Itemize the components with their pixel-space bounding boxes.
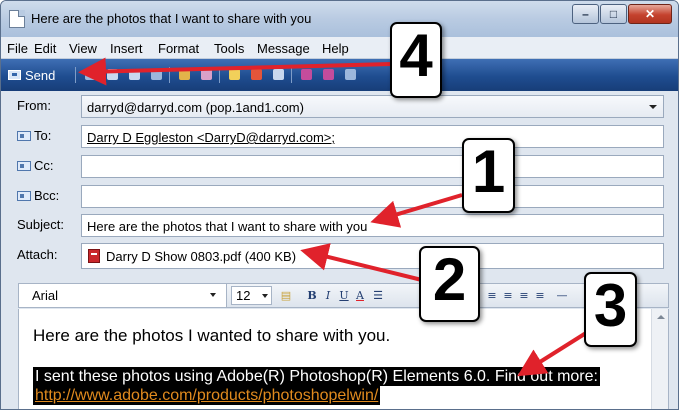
vertical-scrollbar[interactable] — [651, 309, 668, 409]
menu-message[interactable]: Message — [257, 41, 310, 56]
style-icon[interactable]: ▤ — [279, 288, 293, 303]
from-label: From: — [17, 98, 51, 113]
subject-label: Subject: — [17, 217, 64, 232]
offline-icon[interactable] — [323, 69, 334, 80]
send-envelope-icon — [8, 70, 21, 80]
bold-button[interactable]: B — [305, 288, 319, 303]
menu-view[interactable]: View — [69, 41, 97, 56]
scroll-up-arrow-icon[interactable] — [657, 315, 665, 319]
attach-label: Attach: — [17, 247, 58, 262]
menu-tools[interactable]: Tools — [214, 41, 244, 56]
cc-button[interactable]: Cc: — [17, 158, 54, 173]
message-headers: From: darryd@darryd.com (pop.1and1.com) … — [11, 92, 670, 274]
to-button[interactable]: To: — [17, 128, 51, 143]
encrypt-icon[interactable] — [301, 69, 312, 80]
menu-edit[interactable]: Edit — [34, 41, 56, 56]
formatting-toolbar: Arial 12 ▤ B I U A ☰ ≡ ≡ ≡ ≡ — — [18, 283, 669, 308]
check-names-icon[interactable] — [179, 69, 190, 80]
font-select[interactable]: Arial — [19, 284, 227, 307]
align-left-icon[interactable]: ≡ — [485, 288, 499, 303]
maximize-button[interactable]: □ — [600, 4, 627, 24]
menu-bar: File Edit View Insert Format Tools Messa… — [1, 37, 678, 59]
attachment-field[interactable]: Darry D Show 0803.pdf (400 KB) — [81, 243, 664, 269]
highlighted-paragraph: I sent these photos using Adobe(R) Photo… — [33, 367, 600, 405]
chevron-down-icon — [210, 293, 216, 297]
minimize-button[interactable]: – — [572, 4, 599, 24]
attach-icon[interactable] — [229, 69, 240, 80]
align-center-icon[interactable]: ≡ — [501, 288, 515, 303]
horizontal-line-icon[interactable]: — — [555, 288, 569, 303]
body-text-line: Here are the photos I wanted to share wi… — [33, 326, 391, 345]
menu-help[interactable]: Help — [322, 41, 349, 56]
font-size-select[interactable]: 12 — [231, 286, 272, 305]
toolbar-separator — [291, 67, 292, 83]
toolbar-separator — [219, 67, 220, 83]
spelling-icon[interactable] — [201, 69, 212, 80]
compose-window: Here are the photos that I want to share… — [0, 0, 679, 410]
body-text-line: I sent these photos using Adobe(R) Photo… — [33, 367, 600, 386]
callout-number: 3 — [584, 272, 637, 347]
paste-icon[interactable] — [129, 69, 140, 80]
subject-field[interactable]: Here are the photos that I want to share… — [81, 214, 664, 237]
italic-button[interactable]: I — [321, 288, 335, 303]
toolbar-separator — [169, 67, 170, 83]
priority-icon[interactable] — [251, 69, 262, 80]
chevron-down-icon — [649, 105, 657, 109]
font-color-button[interactable]: A — [353, 288, 367, 303]
window-title: Here are the photos that I want to share… — [31, 11, 312, 26]
pdf-file-icon — [88, 249, 100, 263]
cut-icon[interactable] — [85, 69, 96, 80]
toolbar-separator — [75, 67, 76, 83]
copy-icon[interactable] — [107, 69, 118, 80]
underline-button[interactable]: U — [337, 288, 351, 303]
justify-icon[interactable]: ≡ — [533, 288, 547, 303]
undo-icon[interactable] — [151, 69, 162, 80]
menu-format[interactable]: Format — [158, 41, 199, 56]
callout-number: 4 — [390, 22, 442, 98]
to-recipient[interactable]: Darry D Eggleston <DarryD@darryd.com>; — [87, 130, 335, 145]
address-book-icon — [17, 130, 31, 141]
sign-icon[interactable] — [273, 69, 284, 80]
message-document-icon — [9, 10, 25, 28]
title-bar[interactable]: Here are the photos that I want to share… — [1, 1, 678, 37]
toolbar: Send — [1, 59, 678, 91]
menu-file[interactable]: File — [7, 41, 28, 56]
from-value: darryd@darryd.com (pop.1and1.com) — [87, 100, 304, 115]
callout-number: 2 — [419, 246, 480, 322]
send-label: Send — [25, 67, 56, 83]
more-icon[interactable] — [345, 69, 356, 80]
send-button[interactable]: Send — [8, 67, 55, 83]
menu-insert[interactable]: Insert — [110, 41, 143, 56]
attachment-item[interactable]: Darry D Show 0803.pdf (400 KB) — [106, 249, 296, 264]
bcc-button[interactable]: Bcc: — [17, 188, 59, 203]
chevron-down-icon — [262, 294, 268, 298]
message-body[interactable]: Here are the photos I wanted to share wi… — [18, 309, 669, 409]
address-book-icon — [17, 160, 31, 171]
callout-number: 1 — [462, 138, 515, 213]
to-field[interactable]: Darry D Eggleston <DarryD@darryd.com>; — [81, 125, 664, 148]
numbering-icon[interactable]: ☰ — [371, 288, 385, 303]
align-right-icon[interactable]: ≡ — [517, 288, 531, 303]
adobe-link[interactable]: http://www.adobe.com/products/photoshope… — [33, 386, 381, 405]
address-book-icon — [17, 190, 31, 201]
close-button[interactable]: ✕ — [628, 4, 672, 24]
bcc-field[interactable] — [81, 185, 664, 208]
cc-field[interactable] — [81, 155, 664, 178]
subject-value: Here are the photos that I want to share… — [87, 219, 368, 234]
from-select[interactable]: darryd@darryd.com (pop.1and1.com) — [81, 95, 664, 118]
